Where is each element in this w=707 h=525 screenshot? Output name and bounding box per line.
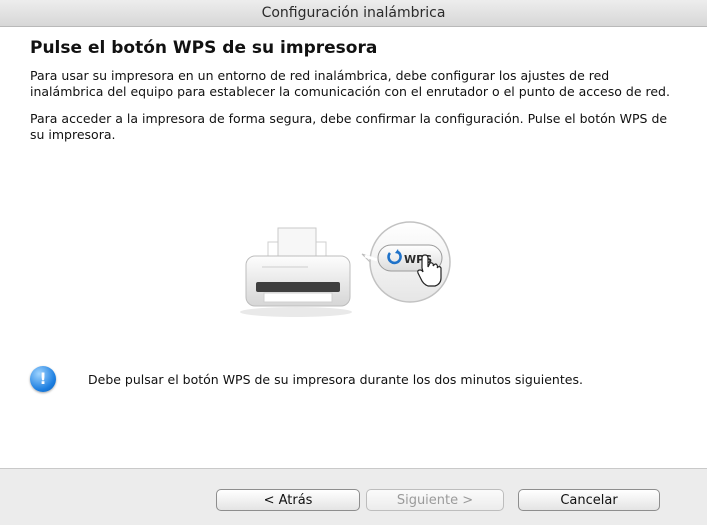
intro-paragraph: Para usar su impresora en un entorno de … — [30, 68, 670, 99]
next-button[interactable]: Siguiente > — [366, 489, 504, 511]
main-content: Pulse el botón WPS de su impresora Para … — [30, 38, 670, 154]
instruction-paragraph: Para acceder a la impresora de forma seg… — [30, 111, 668, 142]
printer-wps-graphic: WPS — [240, 221, 451, 317]
info-icon: ! — [30, 366, 56, 392]
cancel-button[interactable]: Cancelar — [518, 489, 660, 511]
wps-bubble: WPS — [361, 221, 451, 303]
page-heading: Pulse el botón WPS de su impresora — [30, 38, 378, 58]
notice-text: Debe pulsar el botón WPS de su impresora… — [88, 372, 583, 387]
wireless-setup-window: Configuración inalámbrica Pulse el botón… — [0, 0, 707, 525]
dialog-footer: < Atrás Siguiente > Cancelar — [0, 468, 707, 525]
info-notice: ! Debe pulsar el botón WPS de su impreso… — [30, 366, 670, 396]
wps-illustration: WPS — [232, 212, 482, 322]
window-title: Configuración inalámbrica — [0, 0, 707, 27]
printer-icon — [240, 227, 352, 317]
back-button[interactable]: < Atrás — [216, 489, 360, 511]
